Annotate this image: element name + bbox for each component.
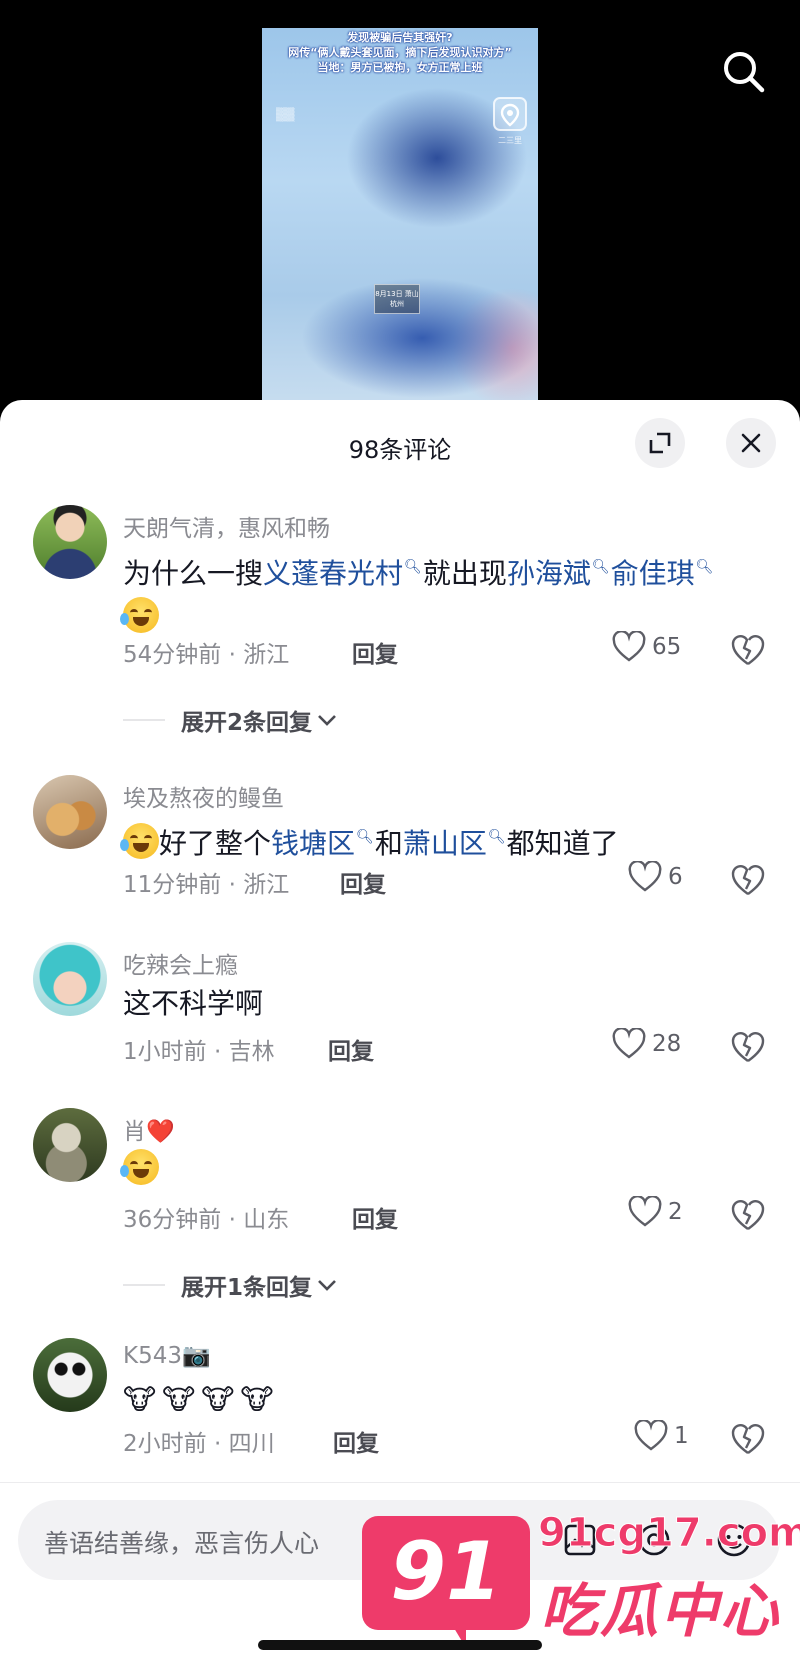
crying-face-emoji-icon <box>120 1149 159 1185</box>
comment-time-location: 2小时前 · 四川 <box>123 1431 275 1457</box>
comment-sheet: 98条评论 天朗气清，惠风和畅 为什么一搜义蓬春光村🔍︎就出现孙海斌🔍︎俞佳琪🔍… <box>0 400 800 1665</box>
search-keyword-link[interactable]: 俞佳琪 <box>611 557 695 590</box>
broken-heart-icon[interactable] <box>730 1422 766 1456</box>
like-count: 65 <box>652 634 682 660</box>
comment-time-location: 1小时前 · 吉林 <box>123 1039 275 1065</box>
like-count: 6 <box>668 864 683 890</box>
like-button[interactable]: 28 <box>612 1028 681 1060</box>
like-count: 2 <box>668 1199 683 1225</box>
comment-text: 🐮🐮🐮🐮 <box>123 1383 280 1416</box>
chevron-down-icon <box>318 1280 336 1291</box>
reply-button[interactable]: 回复 <box>340 865 386 899</box>
close-icon <box>741 433 761 453</box>
divider <box>0 1482 800 1483</box>
expand-icon <box>649 432 671 454</box>
search-keyword-link[interactable]: 钱塘区 <box>271 827 355 860</box>
expand-replies-label: 展开1条回复 <box>181 1275 313 1301</box>
video-caption: 8月13日 萧山 杭州 <box>374 284 420 314</box>
comment-text: 为什么一搜义蓬春光村🔍︎就出现孙海斌🔍︎俞佳琪🔍︎ <box>120 545 743 640</box>
laughing-tears-emoji-icon <box>120 597 159 633</box>
heart-icon <box>634 1420 668 1451</box>
search-keyword-icon: 🔍︎ <box>591 559 610 575</box>
heart-icon <box>628 861 662 892</box>
comment-username[interactable]: K543📷 <box>123 1342 211 1369</box>
comment-text: 这不科学啊 <box>123 987 264 1020</box>
comment-text-segment: 好了整个 <box>159 827 272 860</box>
broken-heart-icon[interactable] <box>730 863 766 897</box>
video-source-label: 二三里 <box>498 136 522 145</box>
location-pin-icon <box>493 97 527 131</box>
comment-text-segment: 都知道了 <box>506 827 619 860</box>
watermark-logo-text: 91 <box>390 1525 502 1618</box>
watermark-logo: 91 <box>362 1516 530 1630</box>
like-button[interactable]: 65 <box>612 631 681 663</box>
comment-time-location: 36分钟前 · 山东 <box>123 1207 290 1233</box>
search-keyword-link[interactable]: 孙海斌 <box>507 557 591 590</box>
reply-button[interactable]: 回复 <box>352 1200 398 1234</box>
search-keyword-link[interactable]: 萧山区 <box>403 827 487 860</box>
reply-button[interactable]: 回复 <box>333 1424 379 1458</box>
video-player[interactable]: 发现被骗后告其强奸? 网传“俩人戴头套见面，摘下后发现认识对方” 当地：男方已被… <box>0 0 800 410</box>
divider <box>123 1284 165 1286</box>
avatar[interactable] <box>33 1338 107 1412</box>
comment-time-location: 11分钟前 · 浙江 <box>123 872 290 898</box>
home-indicator[interactable] <box>258 1640 542 1650</box>
like-button[interactable]: 1 <box>634 1420 689 1452</box>
broken-heart-icon[interactable] <box>730 1198 766 1232</box>
like-count: 1 <box>674 1423 689 1449</box>
heart-icon <box>628 1196 662 1227</box>
avatar[interactable] <box>33 505 107 579</box>
video-headline: 网传“俩人戴头套见面，摘下后发现认识对方” <box>288 46 512 59</box>
comment-text: 好了整个钱塘区🔍︎和萧山区🔍︎都知道了 <box>120 815 743 866</box>
comment-text <box>120 1148 743 1192</box>
comment-text-segment: 和 <box>374 827 403 860</box>
reply-button[interactable]: 回复 <box>352 635 398 669</box>
search-keyword-icon: 🔍︎ <box>487 829 506 845</box>
expand-replies-button[interactable]: 展开1条回复 <box>123 1268 338 1302</box>
comment-input-placeholder: 善语结善缘，恶言伤人心 <box>44 1529 320 1558</box>
watermark-title: 吃瓜中心 <box>540 1577 781 1645</box>
like-count: 28 <box>652 1031 682 1057</box>
divider <box>123 719 165 721</box>
like-button[interactable]: 6 <box>628 861 683 893</box>
comment-username[interactable]: 吃辣会上瘾 <box>123 946 238 980</box>
chevron-down-icon <box>318 715 336 726</box>
broken-heart-icon[interactable] <box>730 633 766 667</box>
avatar[interactable] <box>33 775 107 849</box>
heart-icon <box>612 631 646 662</box>
avatar[interactable] <box>33 942 107 1016</box>
close-button[interactable] <box>726 418 776 468</box>
expand-replies-label: 展开2条回复 <box>181 710 313 736</box>
comment-username[interactable]: 肖❤️ <box>123 1112 175 1146</box>
video-thumbnail[interactable]: 发现被骗后告其强奸? 网传“俩人戴头套见面，摘下后发现认识对方” 当地：男方已被… <box>262 28 538 410</box>
video-headline: 发现被骗后告其强奸? <box>347 31 453 44</box>
laughing-tears-emoji-icon <box>120 823 159 859</box>
video-headline: 当地：男方已被拘，女方正常上班 <box>317 61 483 74</box>
heart-icon <box>612 1028 646 1059</box>
comment-text-segment: 为什么一搜 <box>123 557 264 590</box>
like-button[interactable]: 2 <box>628 1196 683 1228</box>
comment-text-segment: 就出现 <box>422 557 507 590</box>
comment-time-location: 54分钟前 · 浙江 <box>123 642 290 668</box>
search-keyword-icon: 🔍︎ <box>404 559 422 575</box>
search-icon[interactable] <box>716 44 772 100</box>
reply-button[interactable]: 回复 <box>328 1032 374 1066</box>
search-keyword-link[interactable]: 义蓬春光村 <box>263 557 403 590</box>
search-keyword-icon: 🔍︎ <box>356 829 374 845</box>
comment-username[interactable]: 天朗气清，惠风和畅 <box>123 509 330 543</box>
video-watermark: ▒▒▒▒ ▒▒▒▒ <box>276 108 295 122</box>
comment-username[interactable]: 埃及熬夜的鳗鱼 <box>123 779 284 813</box>
expand-sheet-button[interactable] <box>635 418 685 468</box>
avatar[interactable] <box>33 1108 107 1182</box>
expand-replies-button[interactable]: 展开2条回复 <box>123 703 338 737</box>
search-keyword-icon: 🔍︎ <box>695 559 714 575</box>
watermark-domain: 91cg17.com <box>538 1510 800 1557</box>
broken-heart-icon[interactable] <box>730 1030 766 1064</box>
